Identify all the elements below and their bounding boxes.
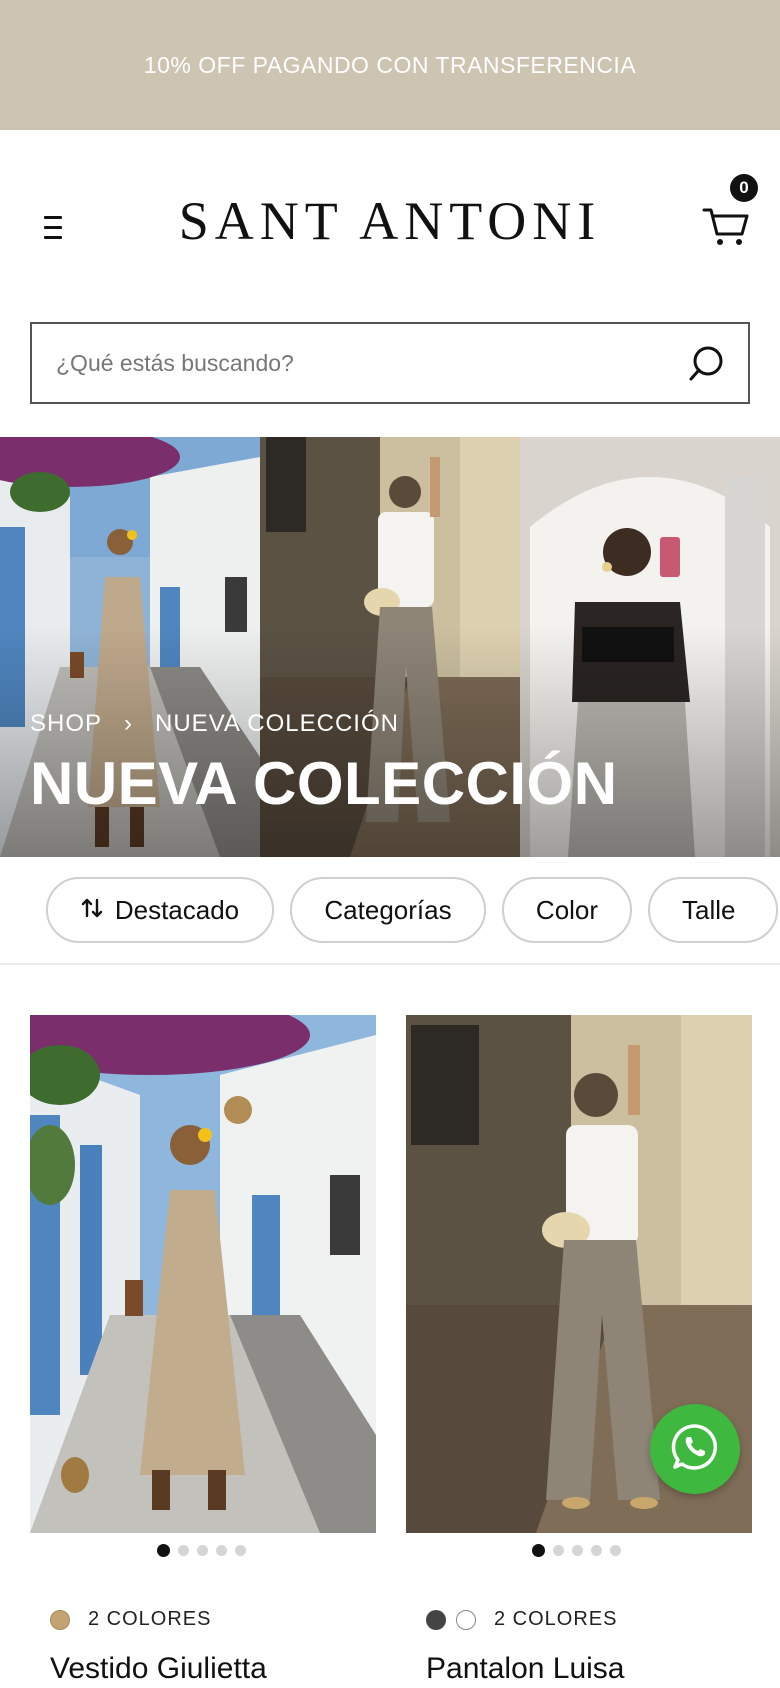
breadcrumb: SHOP › NUEVA COLECCIÓN bbox=[30, 710, 399, 738]
announcement-bar: 10% OFF PAGANDO CON TRANSFERENCIA bbox=[0, 0, 780, 130]
color-swatch[interactable] bbox=[456, 1609, 476, 1630]
search-icon[interactable] bbox=[686, 344, 726, 384]
sort-button[interactable]: Destacado bbox=[46, 877, 274, 943]
announcement-text: 10% OFF PAGANDO CON TRANSFERENCIA bbox=[143, 51, 637, 78]
cart-icon[interactable] bbox=[700, 200, 752, 252]
page-title: NUEVA COLECCIÓN bbox=[30, 750, 618, 817]
breadcrumb-shop-link[interactable]: SHOP bbox=[30, 710, 102, 738]
breadcrumb-separator: › bbox=[124, 710, 134, 737]
size-filter-button[interactable]: Talle bbox=[648, 877, 778, 943]
color-swatches: 2 COLORES bbox=[50, 1608, 211, 1631]
pagination-dot[interactable] bbox=[197, 1545, 208, 1556]
cart-count-badge: 0 bbox=[730, 174, 758, 202]
colors-count: 2 COLORES bbox=[88, 1608, 212, 1630]
search-input[interactable] bbox=[32, 349, 652, 377]
sort-label: Destacado bbox=[114, 894, 240, 925]
image-pagination-dots bbox=[157, 1544, 246, 1557]
search-bar bbox=[30, 322, 750, 404]
site-logo[interactable]: SANT ANTONI bbox=[0, 190, 780, 252]
size-label: Talle bbox=[682, 894, 736, 925]
product-card[interactable] bbox=[30, 1015, 376, 1533]
colors-count: 2 COLORES bbox=[494, 1608, 618, 1630]
color-swatch[interactable] bbox=[426, 1609, 446, 1630]
product-name[interactable]: Vestido Giulietta bbox=[50, 1652, 267, 1686]
pagination-dot[interactable] bbox=[591, 1545, 602, 1556]
pagination-dot[interactable] bbox=[235, 1545, 246, 1556]
site-header: SANT ANTONI 0 bbox=[0, 130, 780, 320]
whatsapp-icon bbox=[670, 1422, 720, 1477]
filter-bar: Destacado Categorías Color Talle bbox=[0, 857, 780, 965]
product-name[interactable]: Pantalon Luisa bbox=[426, 1652, 625, 1686]
pagination-dot[interactable] bbox=[216, 1545, 227, 1556]
whatsapp-button[interactable] bbox=[650, 1404, 740, 1494]
categories-filter-button[interactable]: Categorías bbox=[290, 877, 486, 943]
sort-arrows-icon bbox=[81, 895, 103, 926]
image-pagination-dots bbox=[532, 1544, 621, 1557]
pagination-dot[interactable] bbox=[610, 1545, 621, 1556]
color-swatch[interactable] bbox=[50, 1609, 70, 1630]
breadcrumb-current: NUEVA COLECCIÓN bbox=[155, 710, 399, 737]
pagination-dot[interactable] bbox=[157, 1544, 170, 1557]
pagination-dot[interactable] bbox=[553, 1545, 564, 1556]
product-image[interactable] bbox=[30, 1015, 376, 1533]
pagination-dot[interactable] bbox=[178, 1545, 189, 1556]
categories-label: Categorías bbox=[324, 894, 452, 925]
color-swatches: 2 COLORES bbox=[426, 1608, 617, 1631]
pagination-dot[interactable] bbox=[572, 1545, 583, 1556]
color-label: Color bbox=[535, 894, 599, 925]
color-filter-button[interactable]: Color bbox=[502, 877, 632, 943]
collection-hero-banner: SHOP › NUEVA COLECCIÓN NUEVA COLECCIÓN bbox=[0, 437, 780, 857]
pagination-dot[interactable] bbox=[532, 1544, 545, 1557]
